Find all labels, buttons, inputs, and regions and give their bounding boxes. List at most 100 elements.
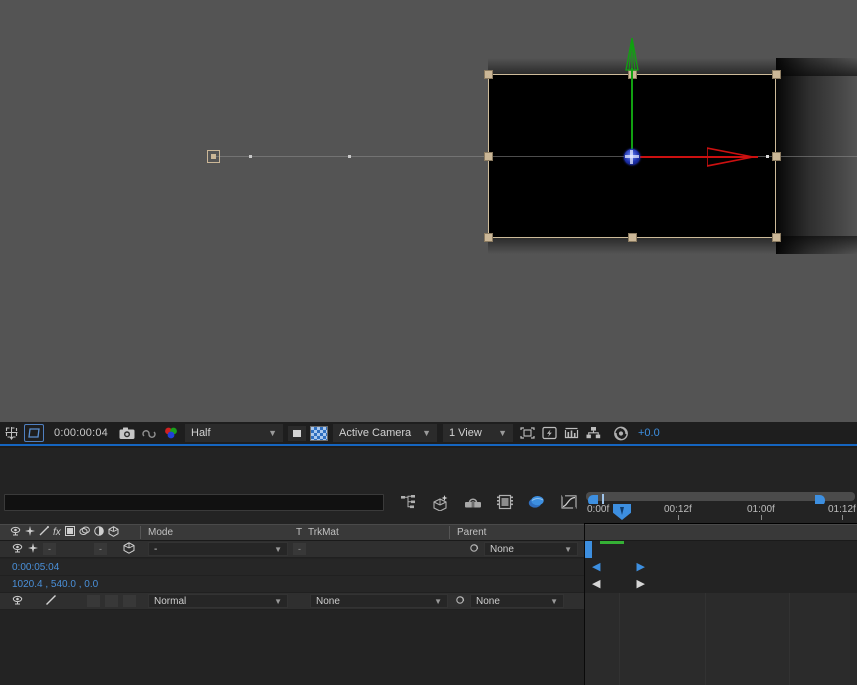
ruler-tick-2: 01:00f [747, 504, 775, 520]
exposure-value[interactable]: +0.0 [632, 427, 660, 439]
view-layout-value: 1 View [449, 427, 482, 439]
parent-value: None [490, 543, 514, 555]
parent-pickwhip-icon[interactable] [468, 542, 480, 557]
bbox-handle-middle-left[interactable] [484, 152, 493, 161]
ruler-tick-3: 01:12f [828, 504, 856, 520]
column-header-trkmat[interactable]: TrkMat [301, 527, 449, 538]
layer-track-lane[interactable] [584, 541, 857, 558]
keyframe-navigator: ◀ ▶ [584, 559, 857, 576]
video-visibility-icon[interactable] [12, 543, 23, 556]
left-anchor-point-handle[interactable] [207, 150, 220, 163]
three-d-layer-icon[interactable] [123, 541, 135, 557]
adjustment-layer-icon[interactable] [93, 526, 104, 539]
ruler-tick-1: 00:12f [664, 504, 692, 520]
chevron-down-icon: ▼ [498, 428, 507, 438]
trkmat-value: None [316, 595, 340, 607]
timeline-panel: 0:00f 00:12f 01:00f 01:12f fx Mode T Trk… [0, 448, 857, 685]
bbox-handle-bottom-center[interactable] [628, 233, 637, 242]
draft-3d-icon[interactable] [426, 490, 456, 514]
timeline-icon[interactable] [560, 423, 582, 443]
chevron-down-icon: ▼ [274, 544, 282, 554]
table-row[interactable]: - - - ▼ - None ▼ [0, 541, 584, 558]
keyframe-next-icon[interactable]: ▶ [636, 562, 644, 573]
transparency-checkerboard-icon[interactable] [310, 425, 328, 441]
layer-search-input[interactable] [4, 493, 384, 511]
motion-blur-col-icon[interactable] [79, 526, 90, 539]
timeline-toolbar [0, 488, 584, 516]
composition-viewport[interactable] [0, 0, 857, 422]
lock-switch[interactable]: - [43, 543, 56, 555]
parent-dropdown[interactable]: None ▼ [470, 594, 564, 608]
camera-snapshot-icon[interactable] [116, 423, 138, 443]
fast-previews-icon[interactable] [538, 423, 560, 443]
reset-exposure-icon[interactable] [610, 423, 632, 443]
resolution-dropdown[interactable]: Half ▼ [185, 424, 283, 442]
comp-flowchart-icon[interactable] [582, 423, 604, 443]
table-row[interactable]: 1020.4 , 540.0 , 0.0 [0, 576, 584, 593]
gizmo-y-axis-arrowhead[interactable] [622, 37, 642, 72]
property-value-time[interactable]: 0:00:05:04 [12, 562, 59, 573]
rgb-channels-icon[interactable] [160, 423, 182, 443]
bbox-handle-middle-right[interactable] [772, 152, 781, 161]
trkmat-dropdown[interactable]: None ▼ [310, 594, 448, 608]
switch-slot[interactable] [123, 595, 136, 607]
parent-dropdown[interactable]: None ▼ [484, 542, 578, 556]
timeline-tool-buttons [394, 490, 584, 514]
bbox-handle-top-right[interactable] [772, 70, 781, 79]
view-layout-dropdown[interactable]: 1 View ▼ [443, 424, 513, 442]
column-header-t[interactable]: T [289, 527, 302, 538]
keyframe-prev-icon[interactable]: ◀ [592, 579, 600, 590]
fx-icon[interactable]: fx [53, 527, 61, 538]
mode-dropdown[interactable]: Normal ▼ [148, 594, 288, 608]
timeline-zoom-scrollbar[interactable] [586, 492, 855, 507]
t-column-slot[interactable] [293, 595, 306, 607]
video-visibility-icon[interactable] [12, 595, 23, 608]
bbox-handle-bottom-left[interactable] [484, 233, 493, 242]
three-d-layer-icon[interactable] [108, 525, 119, 540]
graph-editor-icon[interactable] [554, 490, 584, 514]
table-row[interactable]: Normal ▼ None ▼ None ▼ [0, 593, 584, 610]
solo-star-icon[interactable] [25, 526, 35, 539]
camera-view-dropdown[interactable]: Active Camera ▼ [333, 424, 437, 442]
frame-blend-col-icon[interactable] [64, 526, 75, 539]
pen-tool-icon[interactable] [39, 526, 49, 539]
column-header-parent[interactable]: Parent [450, 527, 550, 538]
motion-blur-icon[interactable] [522, 490, 552, 514]
shape-track-lane[interactable] [584, 593, 857, 610]
switch-slot[interactable] [87, 595, 100, 607]
mask-visibility-icon[interactable] [288, 425, 306, 441]
shy-switch[interactable]: - [94, 543, 107, 555]
property-value-position[interactable]: 1020.4 , 540.0 , 0.0 [12, 579, 98, 590]
hide-shy-layers-icon[interactable] [458, 490, 488, 514]
composition-mini-flowchart-icon[interactable] [394, 490, 424, 514]
parent-pickwhip-icon[interactable] [454, 594, 466, 609]
pen-tool-icon[interactable] [45, 594, 57, 609]
gizmo-z-axis-center-handle[interactable] [624, 149, 640, 165]
bbox-handle-bottom-right[interactable] [772, 233, 781, 242]
frame-blending-icon[interactable] [490, 490, 520, 514]
gizmo-y-axis[interactable] [631, 68, 633, 153]
show-snapshot-icon[interactable] [138, 423, 160, 443]
chevron-down-icon: ▼ [434, 596, 442, 606]
path-waypoint-dot [249, 155, 252, 158]
gizmo-x-axis-arrowhead[interactable] [706, 142, 755, 172]
transparency-grid-icon[interactable] [24, 424, 44, 442]
mode-value: Normal [154, 595, 187, 607]
parent-value: None [476, 595, 500, 607]
table-row[interactable]: 0:00:05:04 [0, 559, 584, 576]
mode-dropdown[interactable]: - ▼ [148, 542, 288, 556]
solo-star-icon[interactable] [28, 542, 38, 556]
trkmat-dash[interactable]: - [293, 543, 306, 555]
keyframe-prev-icon[interactable]: ◀ [592, 562, 600, 573]
video-visibility-icon[interactable] [10, 526, 21, 539]
keyframe-navigator: ◀ ▶ [584, 576, 857, 593]
panel-vertical-divider[interactable] [584, 524, 585, 685]
pixel-aspect-ratio-icon[interactable] [516, 423, 538, 443]
column-header-mode[interactable]: Mode [141, 527, 289, 538]
region-of-interest-icon[interactable] [0, 423, 22, 443]
current-time-display[interactable]: 0:00:00:04 [46, 427, 116, 439]
work-area-start-handle[interactable] [584, 541, 592, 558]
bbox-handle-top-left[interactable] [484, 70, 493, 79]
keyframe-next-icon[interactable]: ▶ [636, 579, 644, 590]
switch-slot[interactable] [105, 595, 118, 607]
